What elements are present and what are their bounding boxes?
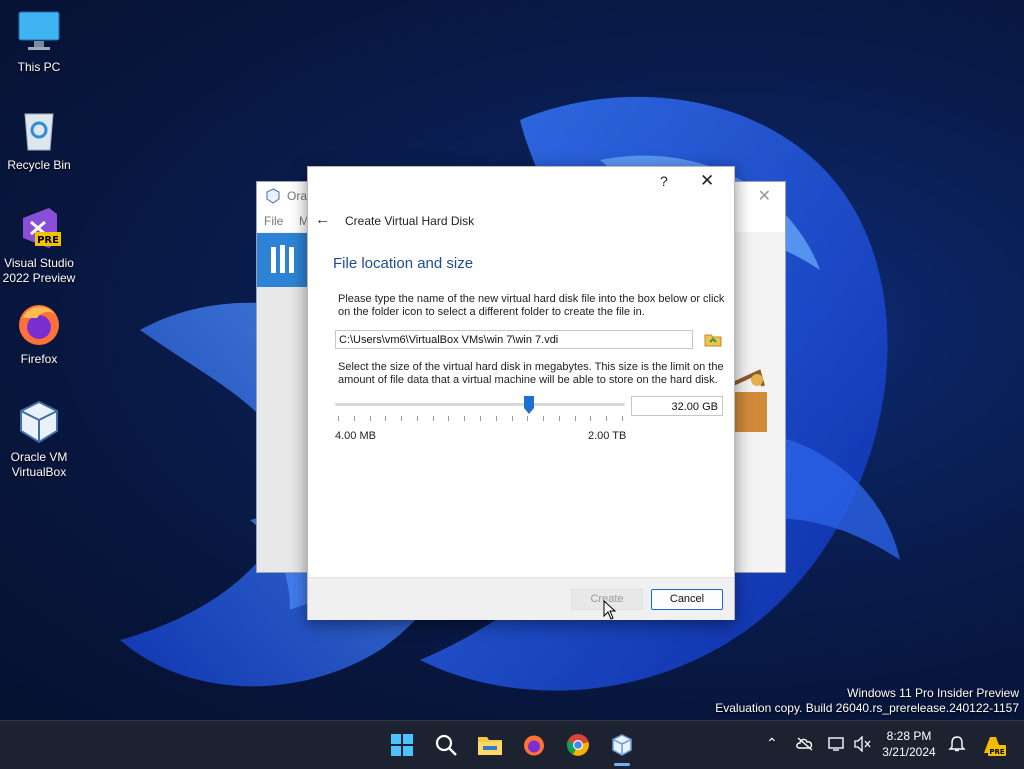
slider-tick <box>590 416 592 421</box>
slider-tick <box>448 416 450 421</box>
search-icon <box>435 734 457 756</box>
size-instructions: Select the size of the virtual hard disk… <box>338 361 724 386</box>
desktop-icon-firefox[interactable]: Firefox <box>0 300 78 367</box>
svg-text:PRE: PRE <box>989 748 1005 756</box>
slider-tick <box>606 416 608 421</box>
desktop-icon-label: This PC <box>17 60 61 74</box>
slider-tick <box>464 416 466 421</box>
visual-studio-icon: PRE <box>15 204 63 252</box>
slider-tick <box>338 416 339 421</box>
clock-time: 8:28 PM <box>886 729 932 743</box>
slider-tick <box>558 416 560 421</box>
file-explorer-icon <box>478 737 502 755</box>
disk-size-field[interactable]: 32.00 GB <box>631 396 723 416</box>
vm-list-panel <box>257 287 307 572</box>
desktop-icon-visual-studio[interactable]: PRE Visual Studio 2022 Preview <box>0 204 78 286</box>
location-instructions: Please type the name of the new virtual … <box>338 293 725 318</box>
copilot-preview-icon[interactable]: PRE <box>980 733 1006 757</box>
desktop-icon-label: Oracle VM VirtualBox <box>10 450 68 479</box>
folder-icon <box>704 334 722 347</box>
slider-tick <box>543 416 545 421</box>
taskbar: ⌃ 8:28 PM 3/21/2024 PRE <box>0 720 1024 769</box>
chrome-taskbar-button[interactable] <box>562 729 594 761</box>
slider-min-label: 4.00 MB <box>335 430 376 442</box>
desktop-icon-label: Firefox <box>20 352 58 366</box>
slider-tick <box>527 416 529 421</box>
clock-date: 3/21/2024 <box>882 745 936 759</box>
window-title: Ora <box>287 189 308 203</box>
disk-size-slider[interactable] <box>335 403 625 406</box>
page-heading: File location and size <box>333 255 474 272</box>
start-icon <box>391 734 413 756</box>
svg-text:PRE: PRE <box>37 235 59 246</box>
cancel-button[interactable]: Cancel <box>651 589 723 610</box>
slider-tick <box>401 416 403 421</box>
recycle-bin-icon <box>15 106 63 154</box>
start-button[interactable] <box>386 729 418 761</box>
desktop-icon-label: Visual Studio 2022 Preview <box>2 256 76 285</box>
dialog-footer: Create Cancel <box>308 577 734 620</box>
desktop-icon-recycle-bin[interactable]: Recycle Bin <box>0 106 78 173</box>
volume-muted-icon[interactable] <box>854 736 872 752</box>
slider-tick <box>416 416 418 421</box>
firefox-icon <box>524 735 544 756</box>
monitor-icon <box>15 8 63 56</box>
clock[interactable]: 8:28 PM 3/21/2024 <box>878 728 940 760</box>
folder-browse-button[interactable] <box>704 330 722 348</box>
virtualbox-taskbar-button[interactable] <box>606 729 638 761</box>
slider-tick <box>574 416 576 421</box>
slider-tick <box>353 416 355 421</box>
slider-tick <box>385 416 387 421</box>
back-button[interactable]: ← <box>315 211 330 228</box>
help-button[interactable]: ? <box>660 173 668 189</box>
desktop-icon-label: Recycle Bin <box>7 158 71 172</box>
windows-watermark: Windows 11 Pro Insider Preview Evaluatio… <box>715 686 1019 716</box>
mouse-cursor-icon <box>603 600 617 620</box>
firefox-icon <box>15 300 63 348</box>
slider-tick <box>511 416 513 421</box>
firefox-taskbar-button[interactable] <box>518 729 550 761</box>
slider-tick <box>432 416 434 421</box>
slider-tick <box>622 416 623 421</box>
slider-max-label: 2.00 TB <box>588 430 627 442</box>
slider-tick <box>480 416 481 421</box>
search-button[interactable] <box>430 729 462 761</box>
tools-icon <box>271 245 294 273</box>
slider-tick <box>495 416 497 421</box>
create-virtual-hard-disk-dialog: ? ✕ ← Create Virtual Hard Disk File loca… <box>307 166 735 620</box>
dialog-title: Create Virtual Hard Disk <box>345 214 475 228</box>
desktop-icon-virtualbox[interactable]: Oracle VM VirtualBox <box>0 398 78 480</box>
active-app-indicator <box>614 763 630 766</box>
slider-tick <box>369 416 371 421</box>
virtualbox-icon <box>612 734 632 756</box>
virtualbox-icon <box>266 188 280 204</box>
tools-button[interactable] <box>257 233 307 287</box>
onedrive-off-icon[interactable] <box>796 736 814 752</box>
menu-file[interactable]: File <box>264 214 283 228</box>
file-explorer-button[interactable] <box>474 729 506 761</box>
chrome-icon <box>566 734 589 756</box>
watermark-line-2: Evaluation copy. Build 26040.rs_prerelea… <box>715 701 1019 715</box>
desktop-icon-this-pc[interactable]: This PC <box>0 8 78 75</box>
network-icon[interactable] <box>828 736 846 752</box>
virtualbox-icon <box>15 398 63 446</box>
watermark-line-1: Windows 11 Pro Insider Preview <box>847 686 1019 700</box>
disk-size-slider-thumb[interactable] <box>524 396 535 414</box>
file-path-field[interactable]: C:\Users\vm6\VirtualBox VMs\win 7\win 7.… <box>335 330 693 349</box>
close-icon[interactable]: ✕ <box>758 186 771 206</box>
close-button[interactable]: ✕ <box>700 171 714 191</box>
chevron-up-icon[interactable]: ⌃ <box>766 735 778 752</box>
notification-bell-icon[interactable] <box>948 735 966 753</box>
